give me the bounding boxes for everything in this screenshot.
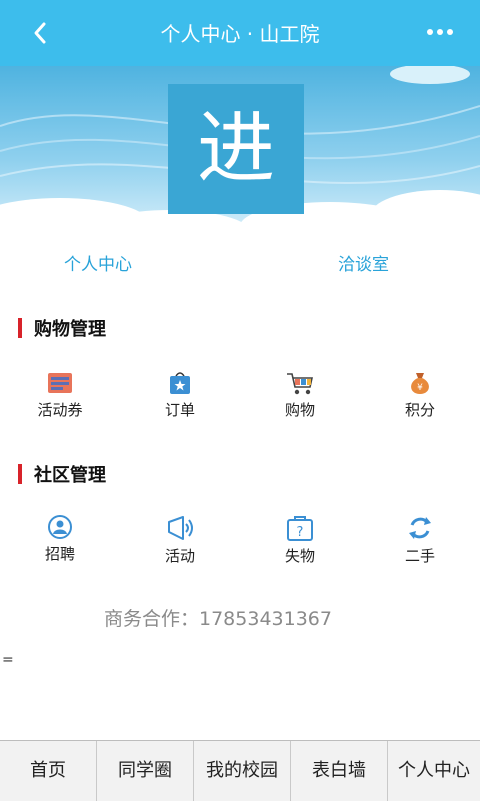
points-label: 积分 (404, 401, 435, 419)
top-bar: 个人中心 · 山工院 (0, 0, 480, 66)
nav-my-campus[interactable]: 我的校园 (194, 741, 291, 801)
profile-tabs: 个人中心 洽谈室 (0, 250, 480, 280)
profile-banner: 进 (0, 66, 480, 236)
shopping-label: 购物 (284, 401, 315, 419)
coupon-icon (48, 373, 72, 393)
lost-item-icon: ? (287, 516, 313, 541)
lost-label: 失物 (284, 547, 315, 565)
tab-personal-center[interactable]: 个人中心 (64, 250, 132, 275)
more-dots-icon[interactable] (426, 22, 454, 42)
coupon-label: 活动券 (37, 401, 83, 419)
recruit-icon (48, 515, 72, 539)
lost-item[interactable]: ? 失物 (240, 514, 360, 578)
section-marker (18, 464, 22, 484)
order-bag-icon (170, 372, 190, 394)
tab-chat-room[interactable]: 洽谈室 (338, 250, 389, 275)
megaphone-icon (168, 516, 193, 540)
shopping-cart-icon (287, 373, 313, 395)
order-item[interactable]: 订单 (120, 370, 240, 434)
svg-text:¥: ¥ (417, 383, 423, 393)
money-bag-icon: ¥ (411, 373, 429, 394)
nav-confession-wall[interactable]: 表白墙 (291, 741, 388, 801)
business-contact: 商务合作：17853431367 (104, 608, 332, 630)
secondhand-item[interactable]: 二手 (360, 514, 480, 578)
section-marker (18, 318, 22, 338)
recruit-label: 招聘 (44, 545, 75, 563)
activity-label: 活动 (164, 547, 195, 565)
recruit-item[interactable]: 招聘 (0, 514, 120, 578)
secondhand-label: 二手 (404, 547, 435, 565)
page-title: 个人中心 · 山工院 (160, 22, 320, 46)
points-item[interactable]: ¥ 积分 (360, 370, 480, 434)
nav-home[interactable]: 首页 (0, 741, 97, 801)
order-label: 订单 (164, 401, 195, 419)
nav-personal-center[interactable]: 个人中心 (388, 741, 480, 801)
nav-classmates[interactable]: 同学圈 (97, 741, 194, 801)
svg-text:?: ? (297, 525, 304, 540)
avatar[interactable]: 进 (168, 84, 304, 214)
coupon-item[interactable]: 活动券 (0, 370, 120, 434)
section-community-title: 社区管理 (18, 461, 106, 486)
activity-item[interactable]: 活动 (120, 514, 240, 578)
bottom-navigation: 首页 同学圈 我的校园 表白墙 个人中心 (0, 740, 480, 801)
shopping-item[interactable]: 购物 (240, 370, 360, 434)
recycle-icon (409, 517, 431, 539)
section-shopping-title: 购物管理 (18, 315, 106, 340)
stray-text: = (2, 652, 14, 668)
